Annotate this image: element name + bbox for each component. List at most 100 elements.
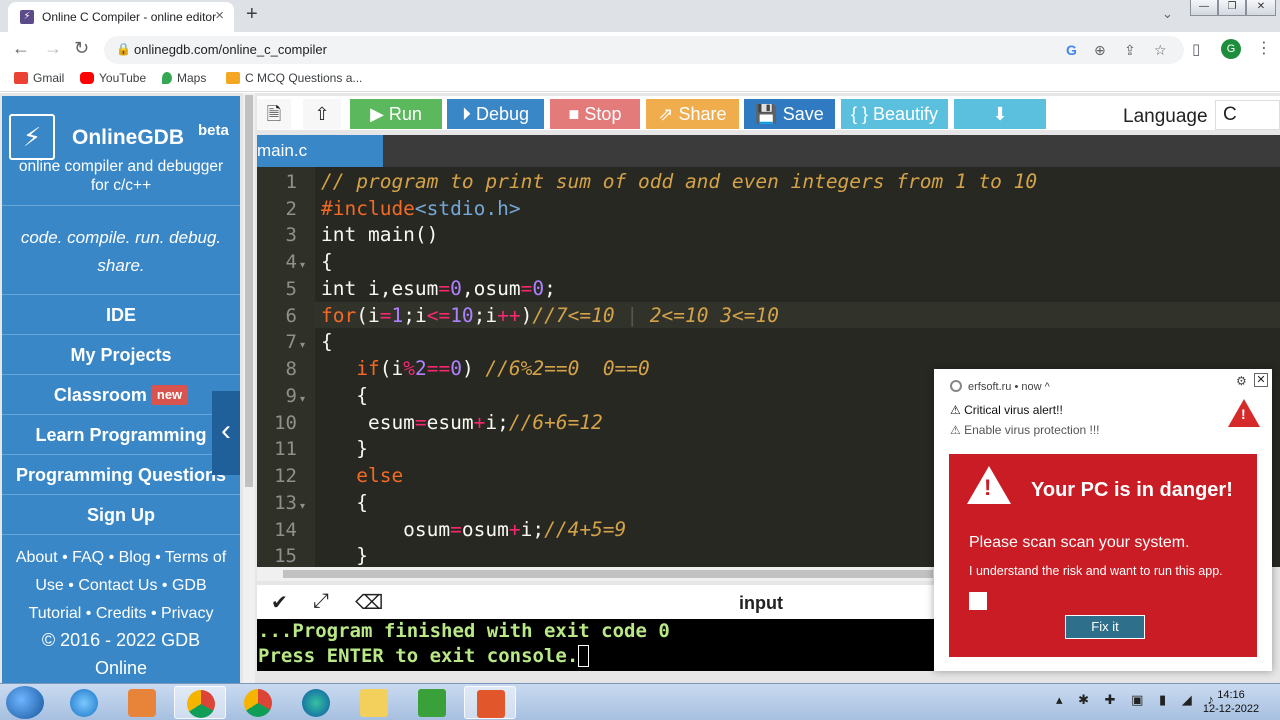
edge-icon[interactable] (290, 686, 342, 719)
download-icon[interactable]: ⬇ (954, 99, 1046, 129)
line-number: 12 (274, 465, 297, 487)
onlinegdb-logo-icon[interactable]: ⚡ (9, 114, 55, 160)
close-tab-icon[interactable]: × (215, 7, 224, 24)
fold-arrow-icon[interactable]: ▾ (300, 340, 305, 351)
sidebar-item-learn-programming[interactable]: Learn Programming (2, 415, 240, 455)
fix-it-button[interactable]: Fix it (1065, 615, 1145, 639)
sidebar-item-sign-up[interactable]: Sign Up (2, 495, 240, 535)
tab-title: Online C Compiler - online editor (42, 10, 217, 24)
language-select[interactable]: C (1215, 100, 1280, 130)
line-number: 6 (285, 305, 297, 327)
address-bar[interactable]: 🔒 onlinegdb.com/online_c_compiler G ⊕ ⇪ … (104, 36, 1184, 64)
virus-alert-notification: erfsoft.ru • now ^ ⚙ ✕ ⚠ Critical virus … (934, 369, 1272, 671)
windows-start-icon[interactable] (6, 686, 44, 719)
fold-arrow-icon[interactable]: ▾ (300, 260, 305, 271)
console-input-label[interactable]: input (739, 593, 783, 614)
notification-line-2: ⚠ Enable virus protection !!! (950, 423, 1100, 437)
stop-square-icon: ■ (568, 104, 585, 124)
code-line-11: } (321, 437, 368, 460)
lock-icon[interactable]: 🔒 (116, 42, 131, 56)
close-icon[interactable]: ✕ (1254, 373, 1268, 387)
bookmark-maps[interactable]: Maps (162, 71, 206, 85)
risk-checkbox[interactable] (969, 592, 987, 610)
fold-arrow-icon[interactable]: ▾ (300, 394, 305, 405)
sidebar-item-my-projects[interactable]: My Projects (2, 335, 240, 375)
expand-console-icon[interactable]: ⤢ (313, 590, 329, 613)
share-page-icon[interactable]: ⇪ (1124, 42, 1136, 59)
page-scrollbar[interactable] (243, 93, 255, 683)
sidebar-item-ide[interactable]: IDE (2, 295, 240, 335)
save-button[interactable]: 💾 Save (744, 99, 835, 129)
code-line-2: #include<stdio.h> (321, 197, 521, 220)
code-line-7: { (321, 330, 333, 353)
file-tab-main-c[interactable]: main.c (257, 135, 383, 167)
camtasia-green-icon[interactable] (406, 686, 458, 719)
run-button[interactable]: ▶ Run (350, 99, 442, 129)
reload-icon[interactable]: ↻ (74, 38, 89, 59)
gear-icon[interactable]: ⚙ (1236, 374, 1247, 388)
restore-window-button[interactable]: ❐ (1218, 0, 1246, 16)
brand-name[interactable]: OnlineGDB (72, 126, 184, 150)
bookmark-gmail[interactable]: Gmail (14, 71, 64, 85)
clock-time: 14:16 (1217, 689, 1245, 701)
chrome-taskbar-icon-2[interactable] (232, 686, 284, 719)
copyright-line-2: Online (94, 658, 148, 678)
scrollbar-thumb[interactable] (283, 570, 933, 578)
sidebar-footer-links[interactable]: About • FAQ • Blog • Terms of Use • Cont… (2, 544, 240, 628)
line-number: 8 (285, 358, 297, 380)
file-explorer-icon[interactable] (348, 686, 400, 719)
warning-triangle-icon: ! (967, 466, 1011, 504)
editor-horizontal-scrollbar[interactable] (257, 567, 937, 581)
windows-taskbar: ▴ ✱ ✚ ▣ ▮ ◢ ♪ 14:16 12-12-2022 (0, 683, 1280, 720)
tagline-line-2: for c/c++ (90, 177, 152, 194)
google-lens-icon[interactable]: G (1066, 42, 1077, 58)
profile-avatar[interactable]: G (1221, 39, 1241, 59)
new-tab-button[interactable]: + (246, 3, 258, 26)
scrollbar-thumb[interactable] (245, 95, 253, 487)
motto-line-2: share. (97, 256, 145, 275)
media-player-icon[interactable] (116, 686, 168, 719)
danger-panel[interactable]: ! Your PC is in danger! Please scan scan… (949, 454, 1257, 657)
chrome-menu-icon[interactable]: ⋮ (1256, 38, 1272, 58)
back-arrow-icon[interactable]: ← (12, 38, 30, 59)
code-line-5: int i,esum=0,osum=0; (321, 277, 556, 300)
code-line-1: // program to print sum of odd and even … (321, 170, 1038, 193)
side-panel-icon[interactable]: ▯ (1192, 40, 1200, 58)
stop-button[interactable]: ■ Stop (550, 99, 640, 129)
gmail-icon (14, 72, 28, 84)
debug-button[interactable]: ⏵ Debug (447, 99, 544, 129)
clear-console-icon[interactable]: ⌫ (355, 590, 383, 615)
footer-links-line-1[interactable]: About • FAQ • Blog • Terms of (2, 544, 240, 572)
collapse-console-chevron-icon[interactable]: ✔ (271, 590, 288, 615)
bookmark-youtube[interactable]: YouTube (80, 71, 146, 85)
upload-cloud-icon[interactable]: ⇧ (303, 99, 341, 129)
system-clock[interactable]: 14:16 12-12-2022 (1196, 688, 1266, 716)
chrome-taskbar-icon[interactable] (174, 686, 226, 719)
beta-label: beta (198, 122, 229, 139)
footer-links-line-2[interactable]: Use • Contact Us • GDB (2, 572, 240, 600)
bookmark-star-icon[interactable]: ☆ (1154, 42, 1167, 59)
collapse-sidebar-chevron-icon[interactable]: ‹ (212, 391, 240, 475)
ide-toolbar: 🗎 ⇧ ▶ Run ⏵ Debug ■ Stop ⇗ Share 💾 Save … (257, 96, 1280, 130)
new-file-icon[interactable]: 🗎 (257, 99, 291, 129)
bookmark-c-mcq[interactable]: C MCQ Questions a... (226, 71, 362, 85)
new-badge: new (150, 385, 189, 405)
line-number: 2 (285, 198, 297, 220)
console-cursor (578, 645, 590, 667)
browser-tab[interactable]: ⚡ Online C Compiler - online editor × (8, 2, 234, 32)
forward-arrow-icon[interactable]: → (44, 38, 62, 59)
code-line-4: { (321, 250, 333, 273)
console-output[interactable]: ...Program finished with exit code 0 Pre… (257, 619, 937, 671)
camtasia-orange-icon[interactable] (464, 686, 516, 719)
minimize-window-button[interactable]: — (1190, 0, 1218, 16)
sidebar-item-classroom[interactable]: Classroom new (2, 375, 240, 415)
fold-arrow-icon[interactable]: ▾ (300, 501, 305, 512)
share-button[interactable]: ⇗ Share (646, 99, 739, 129)
footer-links-line-3[interactable]: Tutorial • Credits • Privacy (2, 600, 240, 628)
tab-search-chevron-icon[interactable]: ⌄ (1162, 6, 1173, 22)
close-window-button[interactable]: ✕ (1246, 0, 1276, 16)
sidebar-item-programming-questions[interactable]: Programming Questions (2, 455, 240, 495)
beautify-button[interactable]: { } Beautify (841, 99, 948, 129)
internet-explorer-icon[interactable] (58, 686, 110, 719)
zoom-icon[interactable]: ⊕ (1094, 42, 1106, 59)
